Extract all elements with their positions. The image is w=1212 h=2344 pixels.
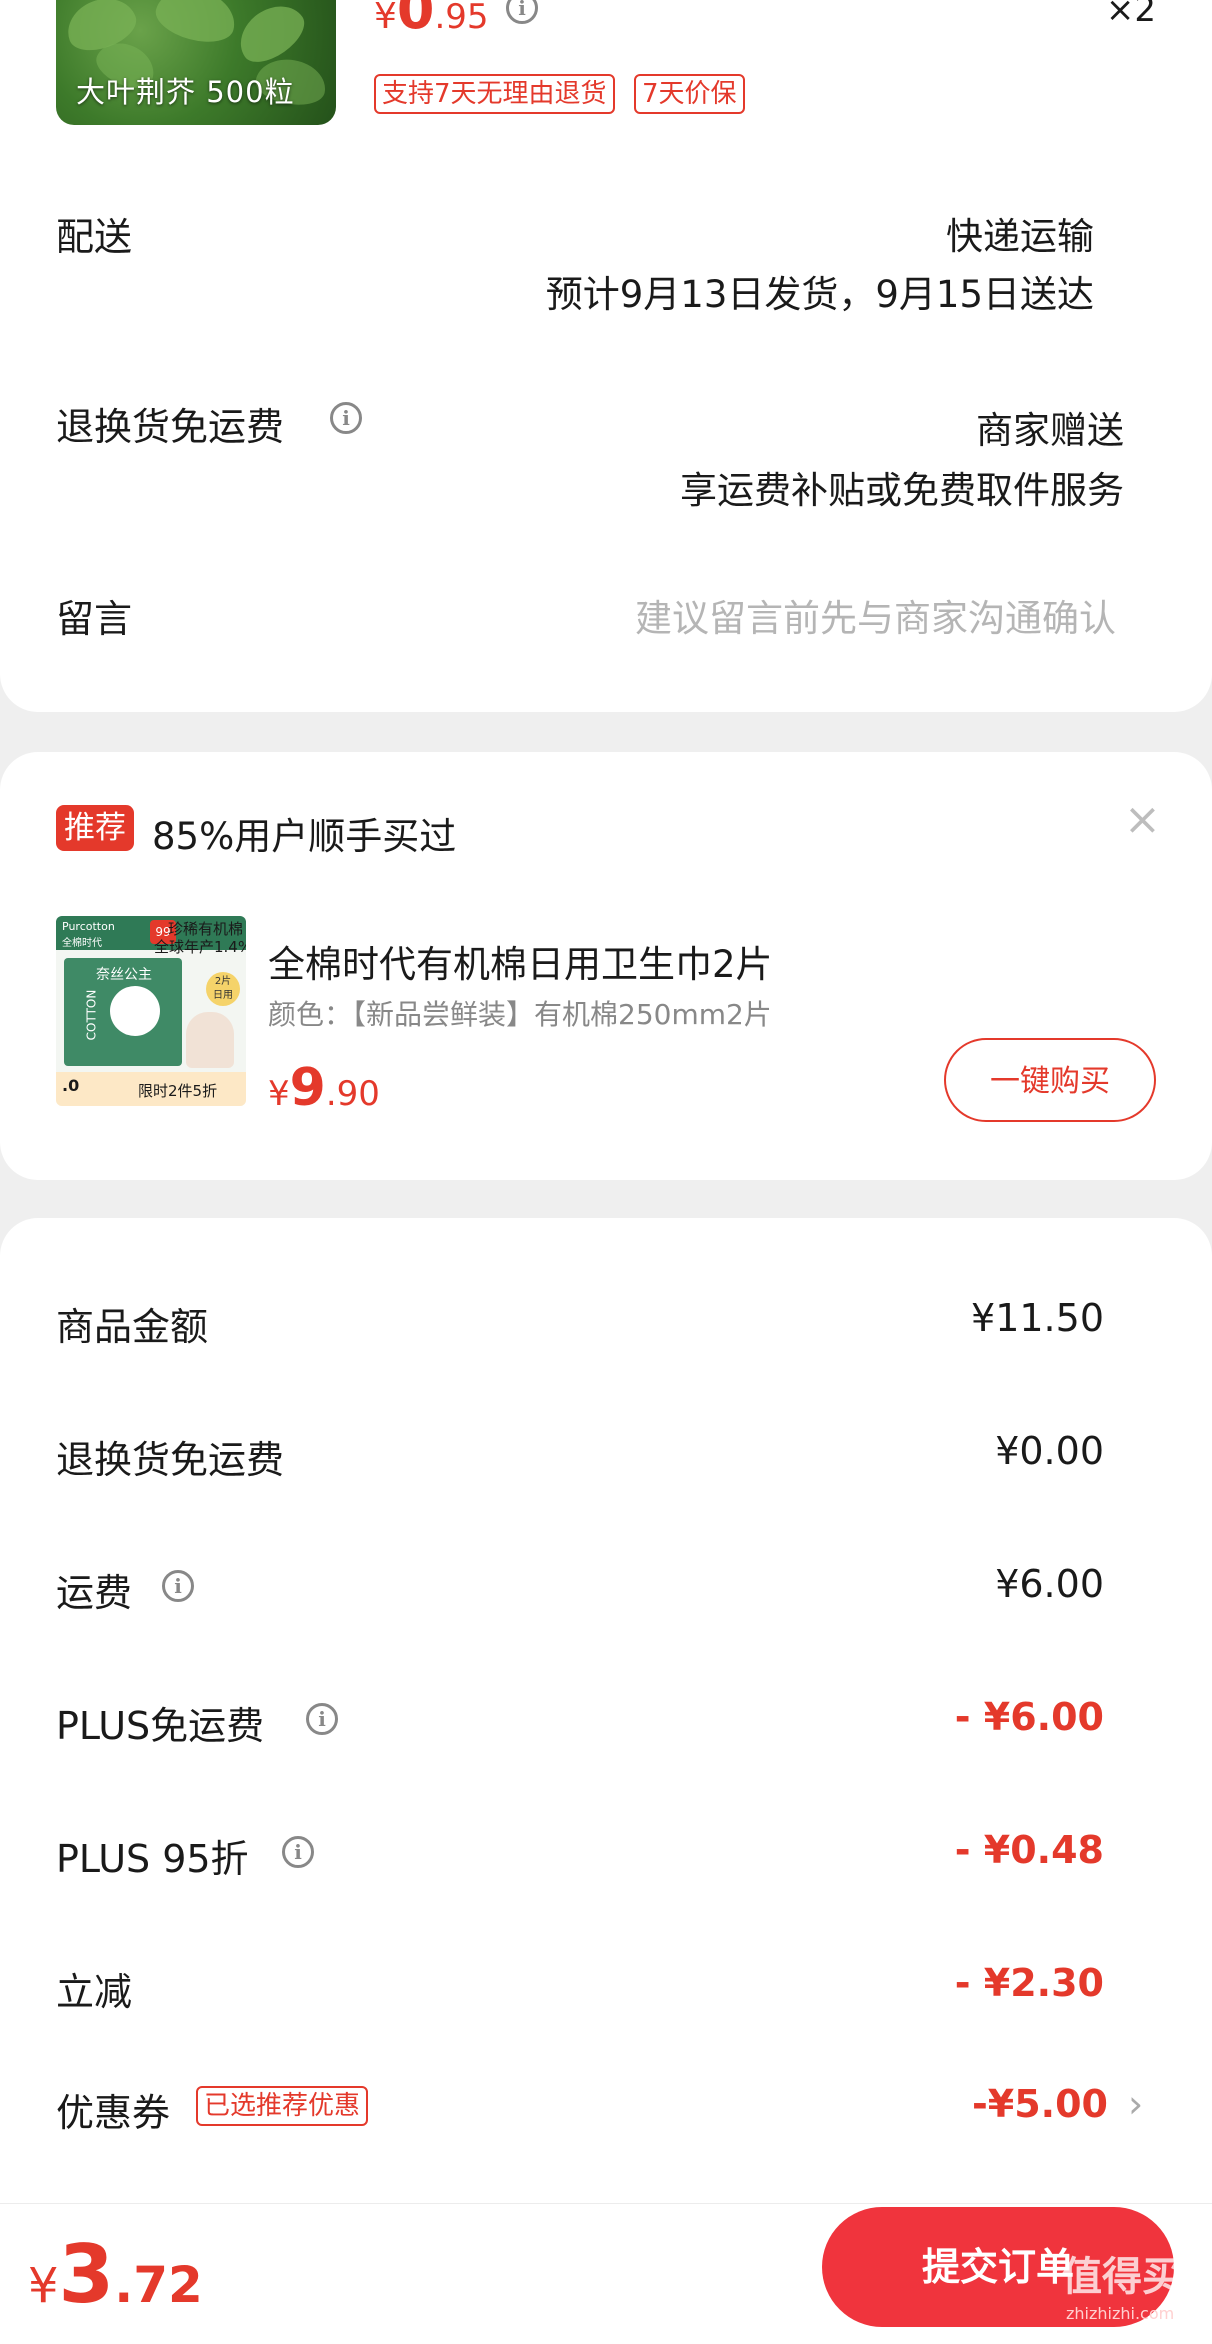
image-corner2: 日用 — [213, 990, 233, 1001]
message-input[interactable]: 建议留言前先与商家沟通确认 — [635, 588, 1116, 642]
summary-label: PLUS免运费 — [56, 1704, 265, 1748]
summary-value: ¥6.00 — [995, 1562, 1104, 1606]
message-label: 留言 — [56, 597, 133, 641]
image-text-top2: 全球年产1.4% — [154, 938, 246, 956]
image-footer-left: .0 — [62, 1076, 80, 1095]
delivery-method[interactable]: 快递运输 — [946, 206, 1094, 260]
image-center: COTTON — [84, 989, 99, 1041]
total-integer: 3 — [58, 2228, 115, 2321]
price-decimal: .95 — [434, 0, 489, 37]
cotton-icon — [110, 986, 160, 1036]
return-shipping-desc: 享运费补贴或免费取件服务 — [680, 469, 1124, 512]
price-protect-tag: 7天价保 — [634, 74, 745, 114]
rec-price-integer: 9 — [289, 1058, 326, 1118]
recommend-title: 85%用户顺手买过 — [152, 815, 457, 858]
one-click-buy-button[interactable]: 一键购买 — [944, 1038, 1156, 1122]
image-corner: 2片 — [214, 976, 232, 987]
product-thumbnail[interactable]: 大叶荆芥 500粒 — [56, 0, 336, 125]
total-symbol: ¥ — [28, 2258, 59, 2314]
rec-price-decimal: .90 — [325, 1074, 380, 1114]
image-brand-cn: 全棉时代 — [62, 938, 102, 949]
image-footer: 限时2件5折 — [138, 1082, 218, 1100]
delivery-label: 配送 — [56, 215, 133, 259]
watermark-logo: 值得买 — [1062, 2254, 1182, 2300]
product-quantity: ×2 — [1105, 0, 1156, 30]
price-info-icon[interactable]: i — [506, 0, 538, 24]
recommend-product-name[interactable]: 全棉时代有机棉日用卫生巾2片 — [268, 934, 773, 988]
info-icon[interactable]: i — [162, 1570, 194, 1602]
watermark-domain: zhizhizhi.com — [1066, 2304, 1175, 2323]
model-figure — [186, 1012, 234, 1068]
order-item-card: 大叶荆芥 500粒 ¥0.95 i ×2 支持7天无理由退货 7天价保 配送 快… — [0, 0, 1212, 712]
price-integer: 0 — [396, 0, 435, 41]
close-icon[interactable]: × — [1124, 794, 1161, 845]
recommend-product-image[interactable]: Purcotton 全棉时代 99 珍稀有机棉 全球年产1.4% 奈丝公主 CO… — [56, 916, 246, 1106]
image-brand: Purcotton — [62, 920, 115, 933]
product-price: ¥0.95 — [374, 0, 489, 41]
leaf-shape — [150, 0, 242, 50]
summary-value: - ¥0.48 — [954, 1828, 1104, 1872]
coupon-recommended-tag: 已选推荐优惠 — [196, 2086, 369, 2126]
summary-label: 优惠券 — [56, 2091, 171, 2135]
info-icon[interactable]: i — [306, 1703, 338, 1735]
summary-label: 运费 — [56, 1571, 133, 1615]
thumbnail-caption: 大叶荆芥 500粒 — [76, 75, 295, 109]
return-shipping-label: 退换货免运费 — [56, 405, 285, 449]
summary-label: 商品金额 — [56, 1305, 209, 1349]
recommend-product-price: ¥9.90 — [268, 1058, 380, 1118]
chevron-right-icon[interactable]: › — [1128, 2082, 1143, 2126]
summary-label: 退换货免运费 — [56, 1438, 285, 1482]
image-center2: 奈丝公主 — [96, 967, 152, 983]
image-corner-badge: 2片 日用 — [206, 972, 240, 1006]
return-policy-tag: 支持7天无理由退货 — [374, 74, 615, 114]
total-price: ¥3.72 — [28, 2228, 203, 2321]
recommend-badge: 推荐 — [56, 805, 134, 851]
rec-price-symbol: ¥ — [268, 1074, 290, 1114]
delivery-estimate: 预计9月13日发货，9月15日送达 — [545, 273, 1094, 316]
info-icon[interactable]: i — [282, 1836, 314, 1868]
summary-value: - ¥6.00 — [954, 1695, 1104, 1739]
price-symbol: ¥ — [374, 0, 397, 37]
summary-value: ¥0.00 — [995, 1429, 1104, 1473]
recommend-product-spec: 颜色：【新品尝鲜装】有机棉250mm2片 — [268, 998, 772, 1031]
return-shipping-value: 商家赠送 — [976, 409, 1124, 452]
summary-value: ¥11.50 — [971, 1296, 1104, 1340]
summary-value[interactable]: -¥5.00 — [972, 2082, 1108, 2126]
summary-value: - ¥2.30 — [954, 1961, 1104, 2005]
summary-label: PLUS 95折 — [56, 1837, 249, 1881]
return-shipping-info-icon[interactable]: i — [330, 402, 362, 434]
summary-label: 立减 — [56, 1970, 133, 2014]
total-decimal: .72 — [114, 2256, 203, 2314]
